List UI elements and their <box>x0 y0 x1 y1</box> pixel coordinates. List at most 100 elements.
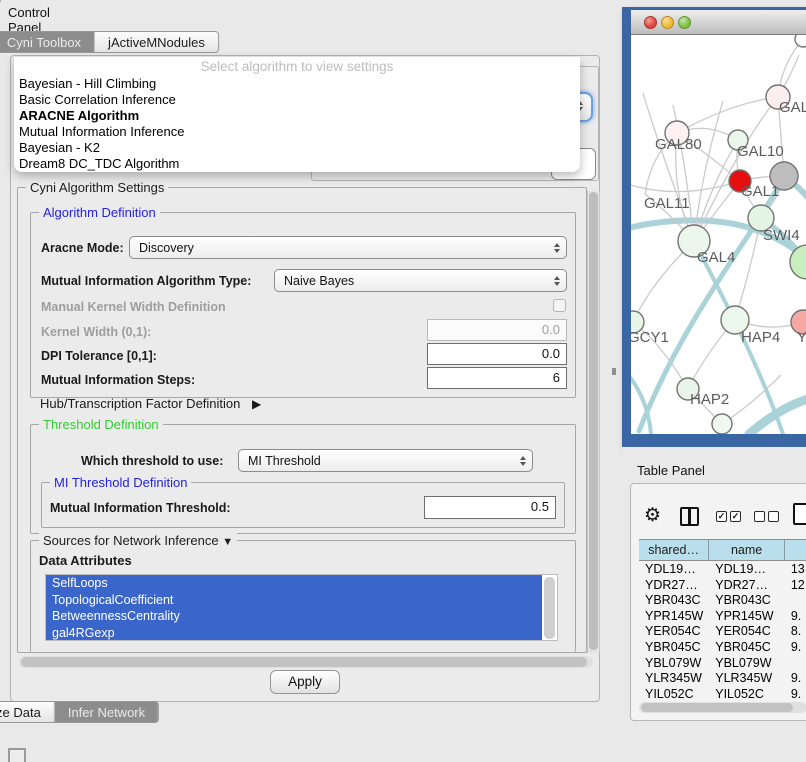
dpi-tolerance-field[interactable]: 0.0 <box>427 343 567 365</box>
cell[interactable]: YBL079W <box>709 655 785 671</box>
data-attributes-list[interactable]: SelfLoops TopologicalCoefficient Between… <box>45 574 558 641</box>
network-node[interactable] <box>712 414 732 434</box>
stepper-icon[interactable] <box>548 243 566 253</box>
cell[interactable]: YBR043C <box>709 592 785 608</box>
node-label: GCY1 <box>631 329 669 346</box>
table-horizontal-scrollbar[interactable] <box>639 702 806 713</box>
kernel-width-field[interactable]: 0.0 <box>427 319 567 341</box>
cell[interactable]: YDL19… <box>709 561 785 577</box>
checkbox-checked-icon[interactable]: ✓ <box>716 511 727 522</box>
cell[interactable]: YLR345W <box>709 670 785 686</box>
cell[interactable]: YIL052C <box>639 686 709 702</box>
checkbox-checked-icon[interactable]: ✓ <box>730 511 741 522</box>
settings-vertical-scrollbar[interactable] <box>587 191 600 653</box>
column-header-a[interactable]: A <box>785 540 806 560</box>
cell[interactable]: 8. <box>785 623 806 639</box>
network-window-titlebar[interactable] <box>631 10 806 35</box>
cell[interactable]: 9. <box>785 670 806 686</box>
document-icon[interactable] <box>793 503 806 525</box>
table-row[interactable]: YBL079WYBL079W <box>639 655 806 671</box>
node-label: GAL1 <box>741 183 779 200</box>
cyni-algorithm-settings-group: Cyni Algorithm Settings Algorithm Defini… <box>17 187 587 653</box>
tab-infer-network[interactable]: Infer Network <box>54 702 158 722</box>
popup-item-dream8[interactable]: Dream8 DC_TDC Algorithm <box>14 154 580 170</box>
cell[interactable]: YIL052C <box>709 686 785 702</box>
list-item[interactable]: BetweennessCentrality <box>46 608 542 625</box>
threshold-definition-title: Threshold Definition <box>39 417 163 432</box>
checkbox-unchecked-icon[interactable] <box>768 511 779 522</box>
docked-panel-icon[interactable] <box>8 748 26 762</box>
manual-kernel-checkbox[interactable] <box>553 299 566 312</box>
mi-steps-field[interactable]: 6 <box>427 367 567 389</box>
apply-button[interactable]: Apply <box>270 670 340 694</box>
mi-threshold-field[interactable]: 0.5 <box>424 496 556 519</box>
cell[interactable] <box>785 655 806 671</box>
table-row[interactable]: YDL19…YDL19…13 <box>639 561 806 577</box>
splitter-handle[interactable] <box>612 368 616 375</box>
columns-icon[interactable] <box>680 507 699 526</box>
cell[interactable]: YBR045C <box>709 639 785 655</box>
network-node[interactable] <box>795 35 806 47</box>
table-row[interactable]: YLR345WYLR345W9. <box>639 670 806 686</box>
tab-discretize-data[interactable]: Discretize Data <box>0 702 54 722</box>
cell[interactable]: YBR043C <box>639 592 709 608</box>
network-view-window[interactable]: GAL GAL80 GAL10 GAL1 GAL11 SWI4 GAL4 GCY… <box>622 7 806 447</box>
list-item[interactable]: TopologicalCoefficient <box>46 592 542 609</box>
gear-icon[interactable]: ⚙ <box>644 504 661 527</box>
minimize-traffic-light-icon[interactable] <box>661 16 674 29</box>
list-scrollbar-thumb[interactable] <box>544 577 555 639</box>
zoom-traffic-light-icon[interactable] <box>678 16 691 29</box>
popup-item-aracne[interactable]: ARACNE Algorithm <box>14 107 580 123</box>
list-item[interactable]: gal4RGexp <box>46 625 542 642</box>
aracne-mode-combo[interactable]: Discovery <box>129 236 567 259</box>
cell[interactable]: YDL19… <box>639 561 709 577</box>
cell[interactable]: YPR145W <box>709 608 785 624</box>
column-header-shared[interactable]: shared… <box>639 540 709 560</box>
expand-right-icon[interactable]: ▶ <box>252 397 261 411</box>
table-row[interactable]: YER054CYER054C8. <box>639 623 806 639</box>
cell[interactable]: 12 <box>785 577 806 593</box>
close-traffic-light-icon[interactable] <box>644 16 657 29</box>
tab-cyni-toolbox[interactable]: Cyni Toolbox <box>0 32 94 52</box>
cell[interactable]: YLR345W <box>639 670 709 686</box>
popup-item-mutual-information[interactable]: Mutual Information Inference <box>14 123 580 139</box>
cell[interactable]: YPR145W <box>639 608 709 624</box>
node-label: GAL10 <box>737 143 784 160</box>
table-row[interactable]: YBR043CYBR043C <box>639 592 806 608</box>
settings-horizontal-scrollbar-thumb[interactable] <box>21 657 587 667</box>
hub-definition-expander[interactable]: Hub/Transcription Factor Definition ▶ <box>40 396 261 411</box>
cell[interactable]: 9. <box>785 686 806 702</box>
cell[interactable]: YDR27… <box>639 577 709 593</box>
settings-vertical-scrollbar-thumb[interactable] <box>589 192 598 650</box>
table-row[interactable]: YPR145WYPR145W9. <box>639 608 806 624</box>
sources-title-text: Sources for Network Inference <box>43 533 219 548</box>
control-panel-window: Control Panel ✕ Network Style Select <box>0 0 1 2</box>
cell[interactable]: 9. <box>785 608 806 624</box>
cell[interactable]: YER054C <box>639 623 709 639</box>
cell[interactable] <box>785 592 806 608</box>
cell[interactable]: YDR27… <box>709 577 785 593</box>
network-canvas[interactable]: GAL GAL80 GAL10 GAL1 GAL11 SWI4 GAL4 GCY… <box>631 35 806 434</box>
checkbox-unchecked-icon[interactable] <box>754 511 765 522</box>
collapse-down-icon[interactable]: ▼ <box>222 536 233 548</box>
popup-item-basic-correlation[interactable]: Basic Correlation Inference <box>14 91 580 107</box>
popup-item-bayesian-hill-climbing[interactable]: Bayesian - Hill Climbing <box>14 75 580 91</box>
which-threshold-combo[interactable]: MI Threshold <box>238 449 533 472</box>
cell[interactable]: YBL079W <box>639 655 709 671</box>
stepper-icon[interactable] <box>548 276 566 286</box>
list-item[interactable]: SelfLoops <box>46 575 542 592</box>
cell[interactable]: 9. <box>785 639 806 655</box>
cell[interactable]: YER054C <box>709 623 785 639</box>
table-horizontal-scrollbar-thumb[interactable] <box>641 703 793 712</box>
settings-horizontal-scrollbar[interactable] <box>19 656 593 668</box>
mi-type-combo[interactable]: Naive Bayes <box>274 269 567 292</box>
tab-jactivemnodules[interactable]: jActiveMNodules <box>94 32 218 52</box>
table-row[interactable]: YIL052CYIL052C9. <box>639 686 806 702</box>
table-row[interactable]: YDR27…YDR27…12 <box>639 577 806 593</box>
popup-item-bayesian-k2[interactable]: Bayesian - K2 <box>14 139 580 155</box>
table-row[interactable]: YBR045CYBR045C9. <box>639 639 806 655</box>
stepper-icon[interactable] <box>514 456 532 466</box>
column-header-name[interactable]: name <box>709 540 785 560</box>
cell[interactable]: 13 <box>785 561 806 577</box>
cell[interactable]: YBR045C <box>639 639 709 655</box>
